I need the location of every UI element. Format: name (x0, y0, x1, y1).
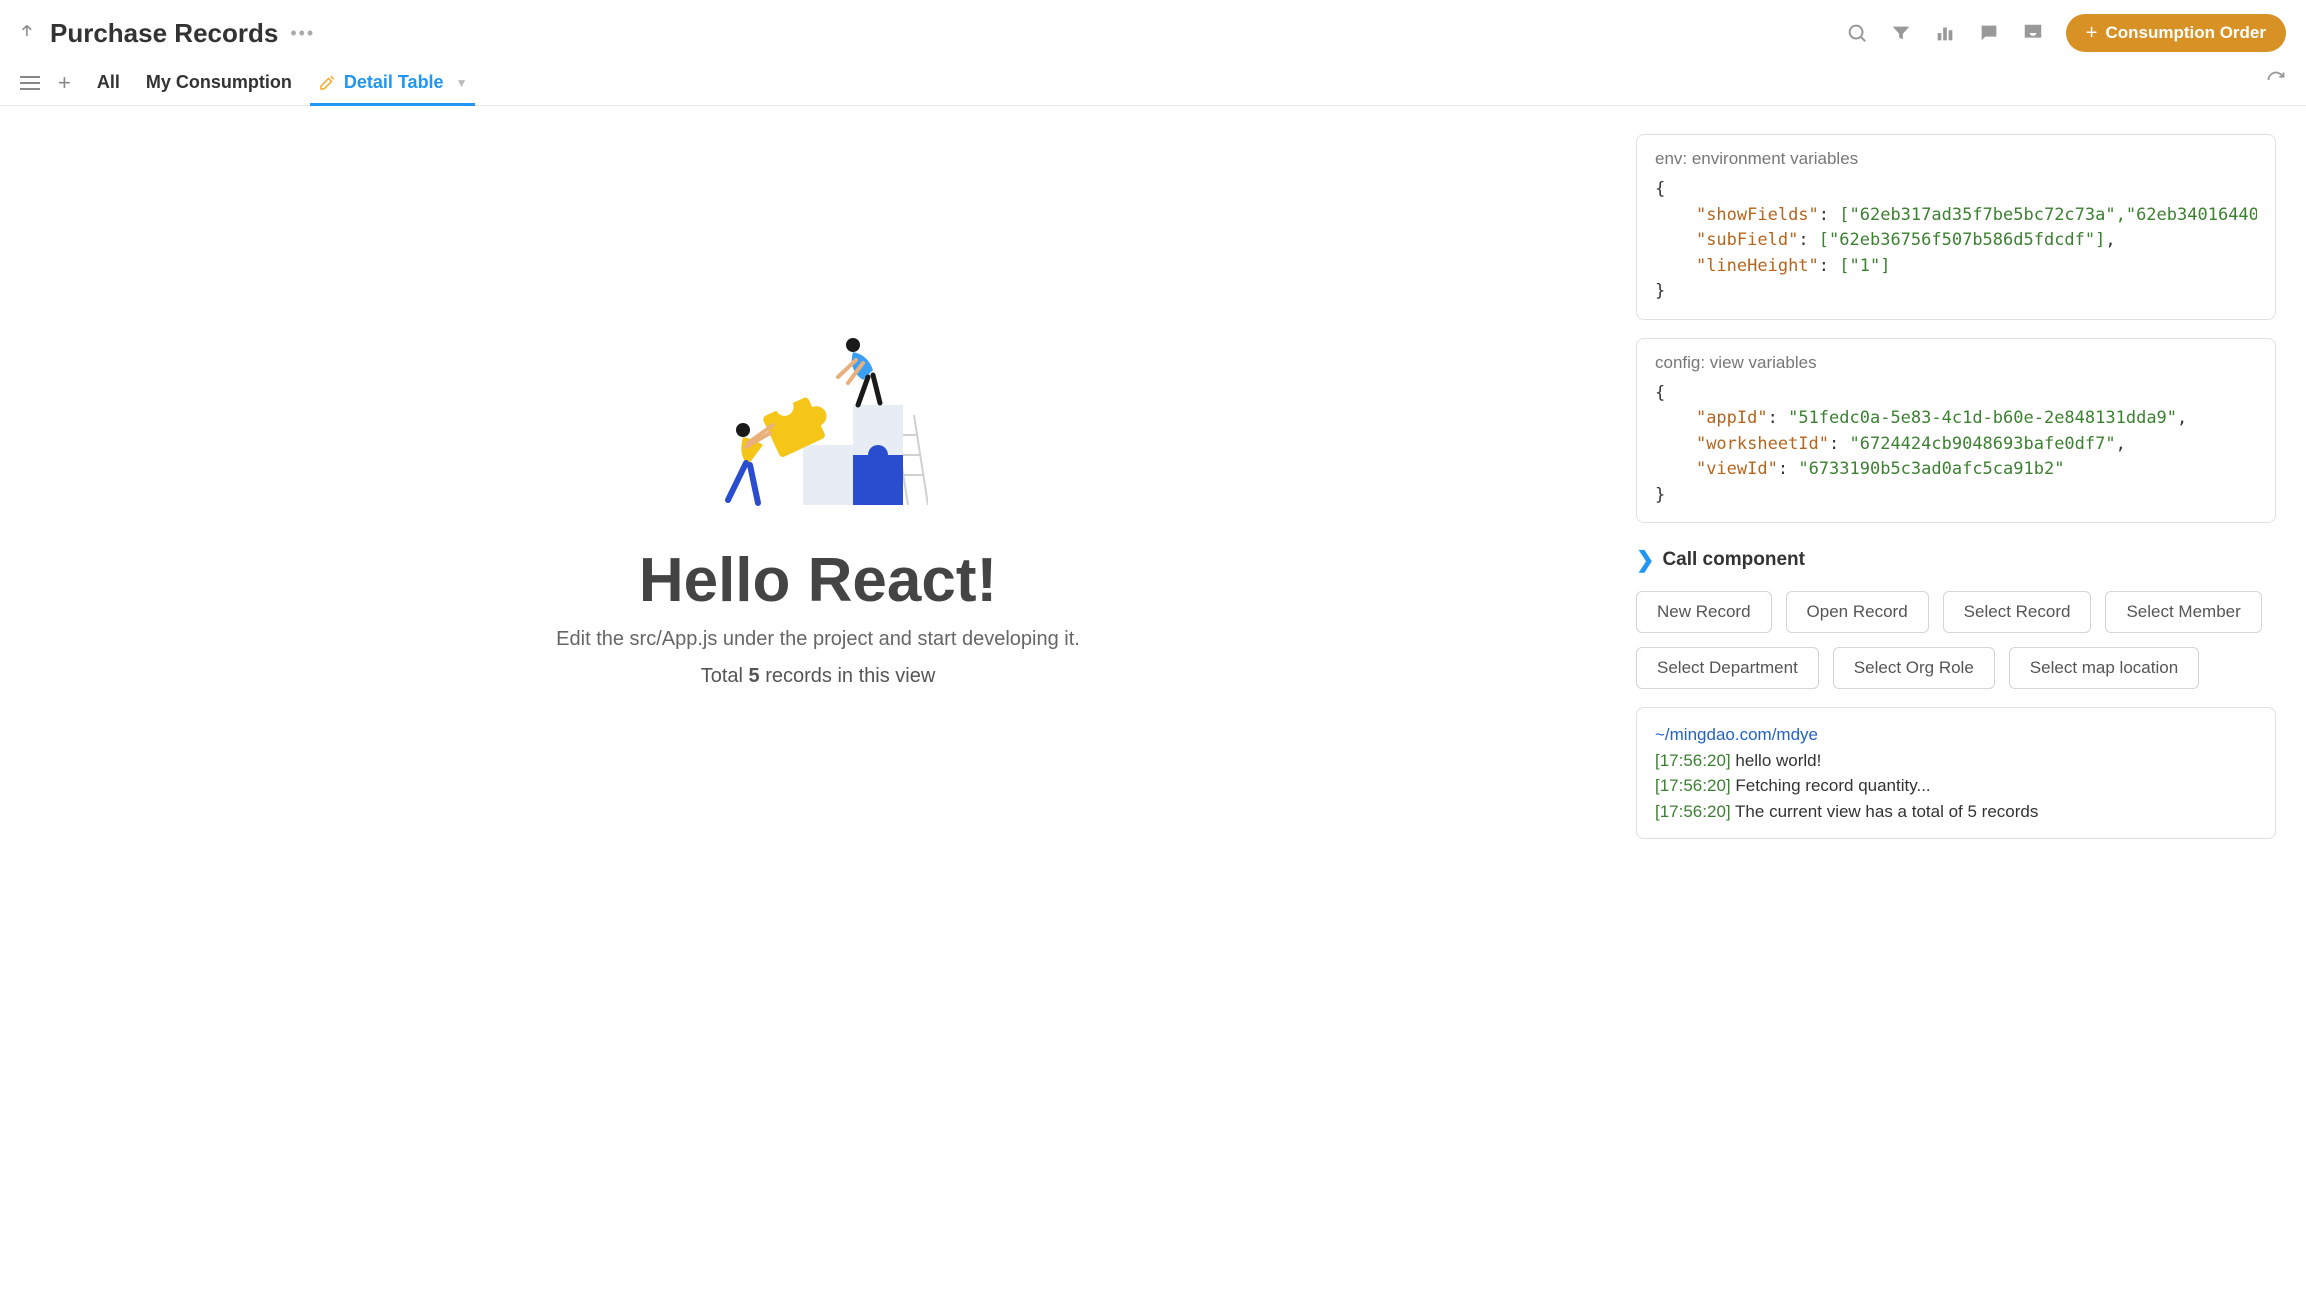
console-time: [17:56:20] (1655, 776, 1731, 795)
inbox-icon[interactable] (2022, 22, 2044, 44)
primary-button-label: Consumption Order (2105, 23, 2266, 43)
config-variables-box: config: view variables { "appId": "51fed… (1636, 338, 2276, 524)
consumption-order-button[interactable]: + Consumption Order (2066, 14, 2286, 52)
env-code: { "showFields": ["62eb317ad35f7be5bc72c7… (1655, 177, 2257, 305)
more-icon[interactable]: ••• (290, 23, 315, 44)
tab-all[interactable]: All (97, 60, 120, 105)
count-suffix: records in this view (760, 665, 936, 687)
console-line: [17:56:20] Fetching record quantity... (1655, 773, 2257, 799)
count-number: 5 (749, 665, 760, 687)
console-path: ~/mingdao.com/mdye (1655, 722, 2257, 748)
json-value: ["62eb36756f507b586d5fdcdf"] (1819, 230, 2106, 250)
header-left: Purchase Records ••• (20, 18, 315, 49)
select-map-location-button[interactable]: Select map location (2009, 647, 2199, 689)
menu-icon[interactable] (20, 76, 40, 90)
chart-icon[interactable] (1934, 22, 1956, 44)
comment-icon[interactable] (1978, 22, 2000, 44)
json-key: "appId" (1696, 408, 1768, 428)
json-key: "subField" (1696, 230, 1798, 250)
plus-icon: + (2086, 23, 2098, 43)
page-title: Purchase Records (50, 18, 278, 49)
console-time: [17:56:20] (1655, 751, 1731, 770)
tabs-icons: + (20, 70, 71, 96)
config-label: config: view variables (1655, 353, 2257, 373)
console-text: Fetching record quantity... (1735, 776, 1930, 795)
open-record-button[interactable]: Open Record (1786, 591, 1929, 633)
chevron-right-icon: ❯ (1636, 547, 1654, 573)
env-label: env: environment variables (1655, 149, 2257, 169)
chevron-down-icon: ▼ (456, 76, 468, 90)
select-record-button[interactable]: Select Record (1943, 591, 2092, 633)
config-code: { "appId": "51fedc0a-5e83-4c1d-b60e-2e84… (1655, 381, 2257, 509)
select-member-button[interactable]: Select Member (2105, 591, 2261, 633)
hello-count: Total 5 records in this view (701, 665, 936, 688)
tab-label: All (97, 72, 120, 93)
console-text: hello world! (1735, 751, 1821, 770)
add-tab-icon[interactable]: + (58, 70, 71, 96)
content: Hello React! Edit the src/App.js under t… (0, 106, 2306, 867)
console-box: ~/mingdao.com/mdye [17:56:20] hello worl… (1636, 707, 2276, 839)
console-text: The current view has a total of 5 record… (1735, 802, 2038, 821)
right-panel: env: environment variables { "showFields… (1636, 134, 2276, 839)
json-value: ["1"] (1839, 256, 1890, 276)
new-record-button[interactable]: New Record (1636, 591, 1772, 633)
puzzle-illustration (708, 315, 928, 515)
filter-icon[interactable] (1890, 22, 1912, 44)
tools-icon (318, 74, 336, 92)
tab-my-consumption[interactable]: My Consumption (146, 60, 292, 105)
console-line: [17:56:20] The current view has a total … (1655, 799, 2257, 825)
json-key: "showFields" (1696, 205, 1819, 225)
hello-subtitle: Edit the src/App.js under the project an… (556, 628, 1080, 651)
tab-detail-table[interactable]: Detail Table ▼ (318, 60, 468, 105)
tabs-left: + All My Consumption Detail Table ▼ (20, 60, 467, 105)
json-value: "51fedc0a-5e83-4c1d-b60e-2e848131dda9" (1788, 408, 2177, 428)
tab-label: Detail Table (344, 72, 444, 93)
json-key: "lineHeight" (1696, 256, 1819, 276)
select-department-button[interactable]: Select Department (1636, 647, 1819, 689)
select-org-role-button[interactable]: Select Org Role (1833, 647, 1995, 689)
env-variables-box: env: environment variables { "showFields… (1636, 134, 2276, 320)
section-heading-text: Call component (1662, 549, 1805, 571)
count-prefix: Total (701, 665, 749, 687)
hello-title: Hello React! (639, 545, 997, 616)
json-value: ["62eb317ad35f7be5bc72c73a","62eb3401644… (1839, 205, 2257, 225)
header-actions: + Consumption Order (1846, 14, 2286, 52)
tab-label: My Consumption (146, 72, 292, 93)
expand-icon[interactable] (14, 18, 44, 48)
console-time: [17:56:20] (1655, 802, 1731, 821)
component-buttons: New Record Open Record Select Record Sel… (1636, 591, 2276, 689)
search-icon[interactable] (1846, 22, 1868, 44)
header: Purchase Records ••• + Consumption Order (0, 0, 2306, 60)
json-key: "viewId" (1696, 459, 1778, 479)
console-line: [17:56:20] hello world! (1655, 748, 2257, 774)
call-component-header[interactable]: ❯ Call component (1636, 547, 2276, 573)
refresh-icon[interactable] (2266, 70, 2286, 95)
tabs-row: + All My Consumption Detail Table ▼ (0, 60, 2306, 106)
json-value: "6724424cb9048693bafe0df7" (1850, 434, 2116, 454)
json-key: "worksheetId" (1696, 434, 1829, 454)
json-value: "6733190b5c3ad0afc5ca91b2" (1798, 459, 2064, 479)
left-panel: Hello React! Edit the src/App.js under t… (30, 134, 1606, 839)
